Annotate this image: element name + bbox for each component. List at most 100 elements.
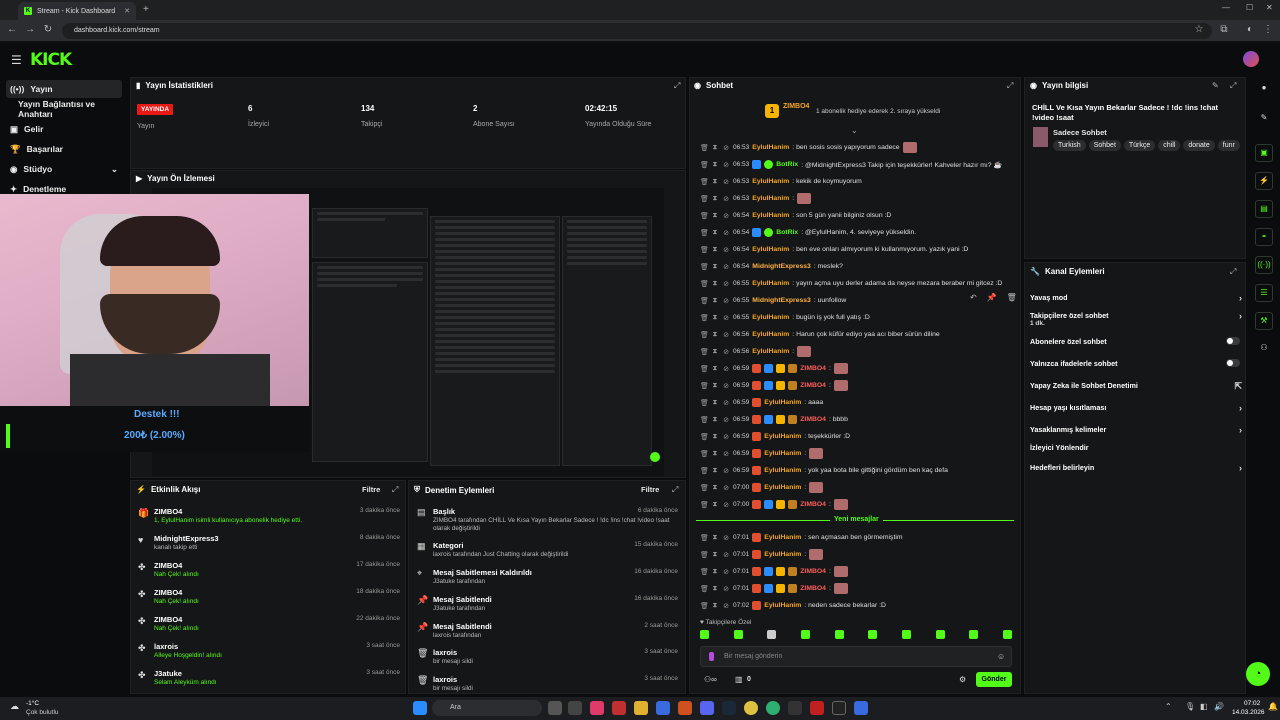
events-filter-button[interactable]: Filtre [362, 485, 380, 494]
chat-message[interactable]: 🗑 ⧗ ⊘ 06:53 EylulHanim: [700, 192, 1015, 205]
app-icon[interactable] [568, 701, 582, 715]
channel-action-item[interactable]: Hedefleri belirleyin › [1030, 463, 1242, 473]
timeout-icon[interactable]: ⧗ [711, 348, 719, 356]
timeout-icon[interactable]: ⧗ [711, 585, 719, 593]
reload-icon[interactable]: ↻ [42, 24, 54, 36]
emote-icon[interactable] [901, 630, 911, 639]
timeout-icon[interactable]: ⧗ [711, 602, 719, 610]
ban-icon[interactable]: ⊘ [722, 365, 730, 373]
chat-message[interactable]: 🗑 ⧗ ⊘ 06:53 EylulHanim: ben sosis sosis yapı… [700, 141, 1015, 154]
emote-icon[interactable] [868, 630, 878, 639]
event-item[interactable]: ✤ laxrois Alleye Hoşgeldin! alındı 3 saat ö… [136, 642, 404, 668]
support-chat-icon[interactable]: ◔ [1246, 662, 1270, 686]
tag-chip[interactable]: donate [1183, 140, 1215, 151]
chat-message[interactable]: 🗑 ⧗ ⊘ 07:01 EylulHanim: [700, 548, 1015, 561]
tag-chip[interactable]: funr [1217, 140, 1240, 151]
delete-icon[interactable]: 🗑 [700, 178, 709, 186]
ban-icon[interactable]: ⊘ [722, 161, 730, 169]
app-icon[interactable] [590, 701, 604, 715]
chat-message[interactable]: 🗑 ⧗ ⊘ 06:59 EylulHanim: aaaa [700, 396, 1015, 409]
emote-icon[interactable] [700, 630, 709, 639]
timeout-icon[interactable]: ⧗ [711, 246, 719, 254]
channel-action-item[interactable]: Abonelere özel sohbet [1030, 337, 1242, 346]
toggle-switch[interactable] [1226, 359, 1240, 367]
wrench-icon[interactable]: ⚒ [1255, 312, 1273, 330]
chat-username[interactable]: EylulHanim [764, 602, 801, 609]
network-icon[interactable]: ◧ [1200, 702, 1208, 711]
send-button[interactable]: Gönder [976, 672, 1012, 687]
pinned-user[interactable]: ZIMBO4 [783, 103, 809, 110]
chat-username[interactable]: EylulHanim [752, 246, 789, 253]
event-item[interactable]: 🎁 ZIMBO4 1, EylulHanim isimli kullanıcıya … [136, 507, 404, 533]
timeout-icon[interactable]: ⧗ [711, 416, 719, 424]
chevron-down-icon[interactable]: ⌄ [851, 126, 858, 135]
tray-chevron-icon[interactable]: ⌃ [1165, 702, 1172, 711]
channel-action-item[interactable]: Hesap yaşı kısıtlaması › [1030, 403, 1242, 413]
task-view-icon[interactable] [548, 701, 562, 715]
toggle-switch[interactable] [1226, 337, 1240, 345]
channel-action-item[interactable]: Yalnızca ifadelerle sohbet [1030, 359, 1242, 368]
tag-chip[interactable]: Türkçe [1123, 140, 1156, 151]
close-tab-icon[interactable]: ✕ [124, 7, 130, 15]
delete-icon[interactable]: 🗑 [700, 602, 709, 610]
category-name[interactable]: Sadece Sohbet [1053, 128, 1107, 137]
chat-username[interactable]: EylulHanim [764, 484, 801, 491]
sidebar-item-gelir[interactable]: ▣ Gelir [6, 120, 122, 138]
sidebar-item-studyo[interactable]: ◉ Stüdyo ⌄ [6, 160, 122, 178]
ban-icon[interactable]: ⊘ [722, 585, 730, 593]
ban-icon[interactable]: ⊘ [722, 178, 730, 186]
close-window-icon[interactable]: ✕ [1266, 3, 1273, 12]
chat-message[interactable]: 🗑 ⧗ ⊘ 06:59 ZIMBO4: bbbb [700, 413, 1015, 426]
timeout-icon[interactable]: ⧗ [711, 297, 719, 305]
event-user[interactable]: MidnightExpress3 [154, 534, 219, 543]
timeout-icon[interactable]: ⧗ [711, 212, 719, 220]
chat-username[interactable]: EylulHanim [752, 144, 789, 151]
mod-action-item[interactable]: ▤ Başlık ZIMBO4 tarafından CHİLL Ve Kısa Y… [414, 507, 682, 534]
chat-bubble-icon[interactable]: ◓ [1255, 228, 1273, 246]
ban-icon[interactable]: ⊘ [722, 382, 730, 390]
timeout-icon[interactable]: ⧗ [711, 144, 719, 152]
edit-pencil-icon[interactable]: ✎ [1212, 81, 1219, 90]
steam-icon[interactable] [722, 701, 736, 715]
bookmark-star-icon[interactable]: ☆ [1193, 24, 1205, 36]
chat-username[interactable]: EylulHanim [752, 331, 789, 338]
timeout-icon[interactable]: ⧗ [711, 433, 719, 441]
delete-icon[interactable]: 🗑 [700, 534, 709, 542]
timeout-icon[interactable]: ⧗ [711, 399, 719, 407]
timeout-icon[interactable]: ⧗ [711, 314, 719, 322]
windows-start-icon[interactable] [413, 701, 427, 715]
chat-username[interactable]: ZIMBO4 [800, 585, 826, 592]
chat-message[interactable]: 🗑 ⧗ ⊘ 07:01 ZIMBO4: [700, 565, 1015, 578]
timeout-icon[interactable]: ⧗ [711, 263, 719, 271]
chat-username[interactable]: EylulHanim [752, 195, 789, 202]
chat-message[interactable]: 🗑 ⧗ ⊘ 06:59 ZIMBO4: [700, 362, 1015, 375]
menu-dots-icon[interactable]: ⋮ [1262, 24, 1274, 36]
timeout-icon[interactable]: ⧗ [711, 161, 719, 169]
emote-icon[interactable] [733, 630, 743, 639]
timeout-icon[interactable]: ⧗ [711, 484, 719, 492]
event-user[interactable]: ZIMBO4 [154, 561, 182, 570]
volume-icon[interactable]: 🔊 [1214, 702, 1224, 711]
expand-icon[interactable]: ⤢ [674, 81, 680, 91]
ban-icon[interactable]: ⊘ [722, 467, 730, 475]
kick-logo[interactable]: KICK [30, 50, 72, 70]
event-user[interactable]: laxrois [154, 642, 178, 651]
ban-icon[interactable]: ⊘ [722, 551, 730, 559]
delete-icon[interactable]: 🗑 [700, 416, 709, 424]
timeout-icon[interactable]: ⧗ [711, 331, 719, 339]
timeout-icon[interactable]: ⧗ [711, 450, 719, 458]
timeout-icon[interactable]: ⧗ [711, 195, 719, 203]
chat-message[interactable]: 🗑 ⧗ ⊘ 06:55 EylulHanim: bugün iş yok full ya… [700, 311, 1015, 324]
chat-username[interactable]: ZIMBO4 [800, 365, 826, 372]
delete-icon[interactable]: 🗑 [700, 246, 709, 254]
chat-message[interactable]: 🗑 ⧗ ⊘ 07:02 EylulHanim: neden sadece bekarla… [700, 599, 1015, 612]
chat-message[interactable]: 🗑 ⧗ ⊘ 06:59 ZIMBO4: [700, 379, 1015, 392]
taskbar-search[interactable]: Ara [432, 700, 542, 716]
emote-icon[interactable] [935, 630, 945, 639]
delete-icon[interactable]: 🗑 [700, 331, 709, 339]
browser-tab[interactable]: K Stream - Kick Dashboard ✕ [18, 2, 136, 20]
chat-username[interactable]: ZIMBO4 [800, 568, 826, 575]
chat-message[interactable]: 🗑 ⧗ ⊘ 06:54 MidnightExpress3: meslek? [700, 260, 1015, 273]
ban-icon[interactable]: ⊘ [722, 484, 730, 492]
timeout-icon[interactable]: ⧗ [711, 229, 719, 237]
